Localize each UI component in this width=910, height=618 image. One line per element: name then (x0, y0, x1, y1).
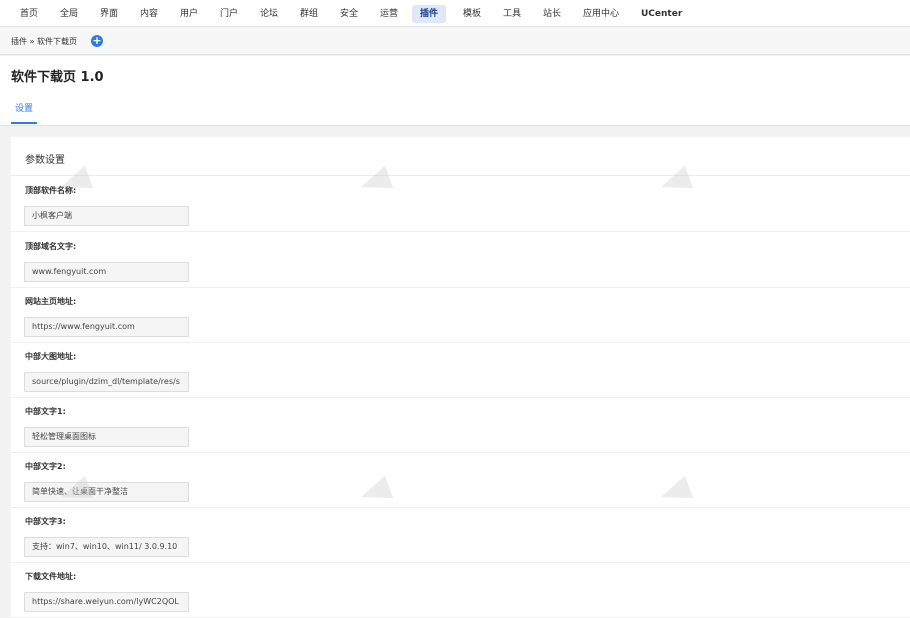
form-row: 中部文字2: 简单快速、让桌面干净整洁 (11, 452, 910, 508)
software-name-input[interactable]: 小枫客户端 (24, 206, 189, 226)
field-label: 中部文字2: (25, 462, 66, 471)
download-url-input[interactable]: https://share.weiyun.com/lyWC2QOL (24, 592, 189, 612)
form-row: 中部文字3: 支持：win7、win10、win11/ 3.0.9.10 (11, 507, 910, 563)
field-label: 中部大图地址: (25, 352, 77, 361)
nav-item-global[interactable]: 全局 (52, 5, 86, 23)
panel-title: 参数设置 (25, 155, 65, 166)
field-label: 中部文字3: (25, 517, 66, 526)
top-navigation: 首页 全局 界面 内容 用户 门户 论坛 群组 安全 运营 插件 模板 工具 站… (0, 0, 910, 27)
nav-item-portal[interactable]: 门户 (212, 5, 246, 23)
homepage-url-input[interactable]: https://www.fengyuit.com (24, 317, 189, 337)
form-row: 顶部软件名称: 小枫客户端 (11, 176, 910, 232)
page-header: 软件下载页 1.0 设置 (0, 56, 910, 126)
nav-item-ucenter[interactable]: UCenter (633, 5, 690, 23)
nav-item-content[interactable]: 内容 (132, 5, 166, 23)
banner-image-url-input[interactable]: source/plugin/dzim_dl/template/res/s (24, 372, 189, 392)
tab-settings[interactable]: 设置 (11, 101, 38, 124)
nav-item-plugins[interactable]: 插件 (412, 5, 447, 23)
form-row: 网站主页地址: https://www.fengyuit.com (11, 287, 910, 343)
field-label: 顶部域名文字: (25, 242, 77, 251)
nav-item-security[interactable]: 安全 (332, 5, 366, 23)
breadcrumb[interactable]: 插件 » 软件下载页 (11, 36, 77, 47)
nav-item-tools[interactable]: 工具 (495, 5, 529, 23)
nav-item-groups[interactable]: 群组 (292, 5, 326, 23)
middle-text-3-input[interactable]: 支持：win7、win10、win11/ 3.0.9.10 (24, 537, 189, 557)
nav-item-templates[interactable]: 模板 (455, 5, 489, 23)
breadcrumb-bar: 插件 » 软件下载页 + (0, 28, 910, 55)
middle-text-2-input[interactable]: 简单快速、让桌面干净整洁 (24, 482, 189, 502)
form-row: 顶部域名文字: www.fengyuit.com (11, 232, 910, 288)
domain-text-input[interactable]: www.fengyuit.com (24, 262, 189, 282)
settings-panel: 参数设置 顶部软件名称: 小枫客户端 顶部域名文字: www.fengyuit.… (11, 137, 910, 617)
field-label: 下载文件地址: (25, 572, 77, 581)
field-label: 网站主页地址: (25, 297, 77, 306)
nav-item-operations[interactable]: 运营 (372, 5, 406, 23)
plus-circle-icon[interactable]: + (91, 35, 103, 47)
page-title: 软件下载页 1.0 (11, 70, 104, 85)
nav-item-home[interactable]: 首页 (12, 5, 46, 23)
nav-item-users[interactable]: 用户 (172, 5, 206, 23)
field-label: 顶部软件名称: (25, 186, 77, 195)
nav-item-interface[interactable]: 界面 (92, 5, 126, 23)
nav-item-app-center[interactable]: 应用中心 (575, 5, 627, 23)
middle-text-1-input[interactable]: 轻松管理桌面图标 (24, 427, 189, 447)
field-label: 中部文字1: (25, 407, 66, 416)
form-row: 中部大图地址: source/plugin/dzim_dl/template/r… (11, 342, 910, 398)
nav-item-forum[interactable]: 论坛 (252, 5, 286, 23)
form-row: 中部文字1: 轻松管理桌面图标 (11, 397, 910, 453)
nav-item-webmaster[interactable]: 站长 (535, 5, 569, 23)
